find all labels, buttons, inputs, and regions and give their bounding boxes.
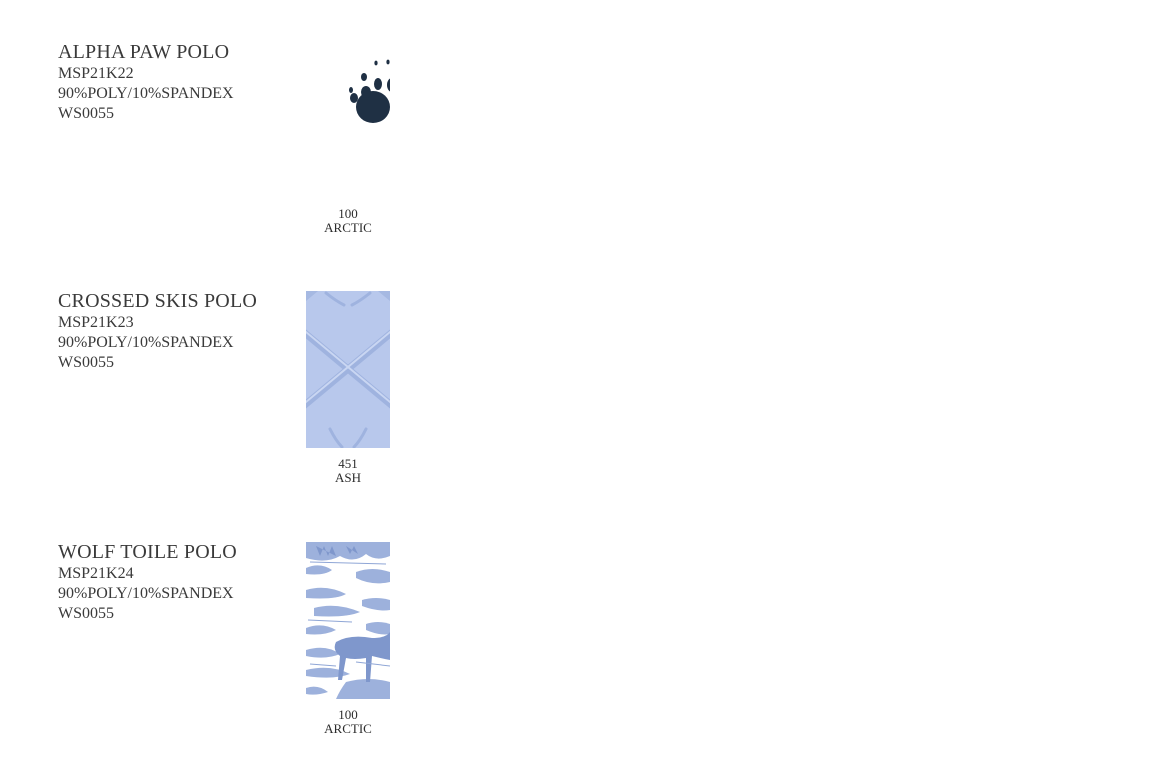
fabric-content: 90%POLY/10%SPANDEX (58, 585, 234, 602)
crossed-skis-pattern (306, 291, 390, 448)
wolf-toile-pattern (306, 542, 390, 699)
product-info: CROSSED SKIS POLO MSP21K23 90%POLY/10%SP… (58, 289, 257, 373)
color-name: ASH (334, 470, 361, 485)
fabric-content: 90%POLY/10%SPANDEX (58, 85, 234, 102)
product-name: CROSSED SKIS POLO (58, 290, 258, 312)
color-caption: 100 ARCTIC (305, 708, 391, 736)
style-number: MSP21K23 (58, 314, 134, 331)
color-number: 451 (338, 456, 358, 471)
product-name: WOLF TOILE POLO (58, 541, 237, 563)
fabric-swatch (306, 542, 390, 699)
color-caption: 100 ARCTIC (305, 207, 391, 235)
paw-print-icon (306, 35, 390, 192)
color-number: 100 (338, 707, 358, 722)
color-caption: 451 ASH (305, 457, 391, 485)
fabric-swatch (306, 35, 390, 192)
product-info: WOLF TOILE POLO MSP21K24 90%POLY/10%SPAN… (58, 540, 237, 624)
product-name: ALPHA PAW POLO (58, 41, 230, 63)
fabric-code: WS0055 (58, 354, 114, 371)
color-number: 100 (338, 206, 358, 221)
fabric-content: 90%POLY/10%SPANDEX (58, 334, 234, 351)
fabric-code: WS0055 (58, 105, 114, 122)
fabric-swatch (306, 291, 390, 448)
product-info: ALPHA PAW POLO MSP21K22 90%POLY/10%SPAND… (58, 40, 234, 124)
color-name: ARCTIC (324, 721, 372, 736)
fabric-code: WS0055 (58, 605, 114, 622)
style-number: MSP21K22 (58, 65, 134, 82)
color-name: ARCTIC (324, 220, 372, 235)
style-number: MSP21K24 (58, 565, 134, 582)
